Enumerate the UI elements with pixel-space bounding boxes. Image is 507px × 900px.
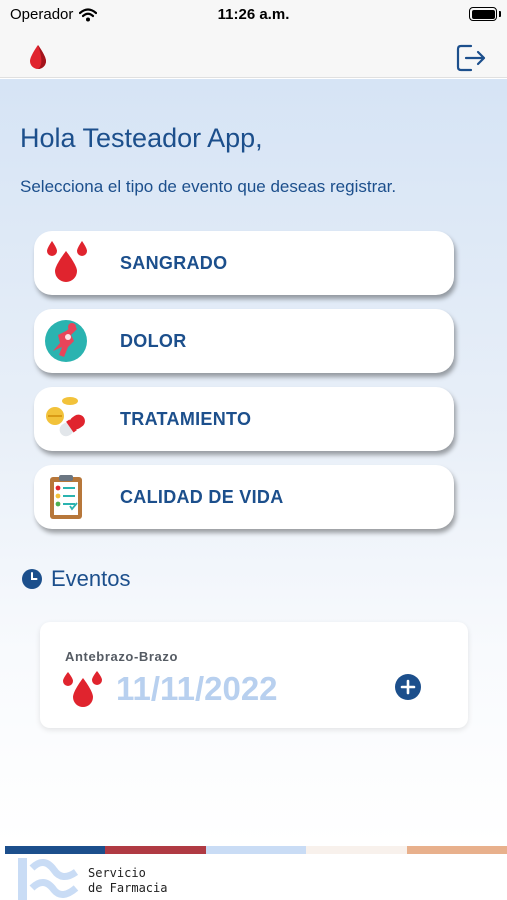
status-time: 11:26 a.m.	[217, 6, 290, 23]
pills-icon	[46, 397, 85, 437]
pain-body-icon	[45, 320, 87, 362]
subtitle-text: Selecciona el tipo de evento que deseas …	[20, 177, 397, 196]
battery-icon	[469, 7, 497, 21]
footer: Servicio de Farmacia	[0, 854, 507, 900]
footer-line-2: de Farmacia	[88, 881, 168, 895]
footer-text: Servicio de Farmacia	[88, 866, 167, 896]
blood-drops-icon	[47, 241, 87, 282]
dolor-label: DOLOR	[120, 331, 187, 351]
events-header: Eventos	[22, 566, 131, 592]
event-date: 11/11/2022	[116, 670, 278, 707]
tratamiento-button[interactable]: TRATAMIENTO	[34, 387, 454, 451]
nav-bar	[0, 30, 507, 78]
event-location: Antebrazo-Brazo	[65, 649, 179, 664]
sangrado-label: SANGRADO	[120, 253, 228, 273]
battery-tip	[499, 11, 501, 17]
greeting-title: Hola Testeador App,	[20, 123, 263, 153]
status-bar: Operador 11:26 a.m.	[0, 0, 507, 30]
event-card[interactable]: Antebrazo-Brazo 11/11/2022	[40, 622, 468, 728]
clipboard-checklist-icon	[50, 475, 82, 519]
farmacia-logo	[18, 858, 79, 900]
sangrado-button[interactable]: SANGRADO	[34, 231, 454, 295]
blood-drops-icon	[63, 671, 102, 707]
logout-icon[interactable]	[455, 44, 487, 72]
calidad-de-vida-button[interactable]: CALIDAD DE VIDA	[34, 465, 454, 529]
blood-drop-logo	[30, 45, 46, 69]
footer-stripes	[5, 846, 507, 854]
events-title: Eventos	[51, 566, 131, 591]
footer-line-1: Servicio	[88, 866, 146, 880]
tratamiento-label: TRATAMIENTO	[120, 409, 252, 429]
add-circle-icon[interactable]	[394, 673, 422, 701]
calidad-de-vida-label: CALIDAD DE VIDA	[120, 487, 284, 507]
main-content: Hola Testeador App, Selecciona el tipo d…	[0, 79, 507, 845]
dolor-button[interactable]: DOLOR	[34, 309, 454, 373]
clock-icon	[22, 569, 42, 589]
